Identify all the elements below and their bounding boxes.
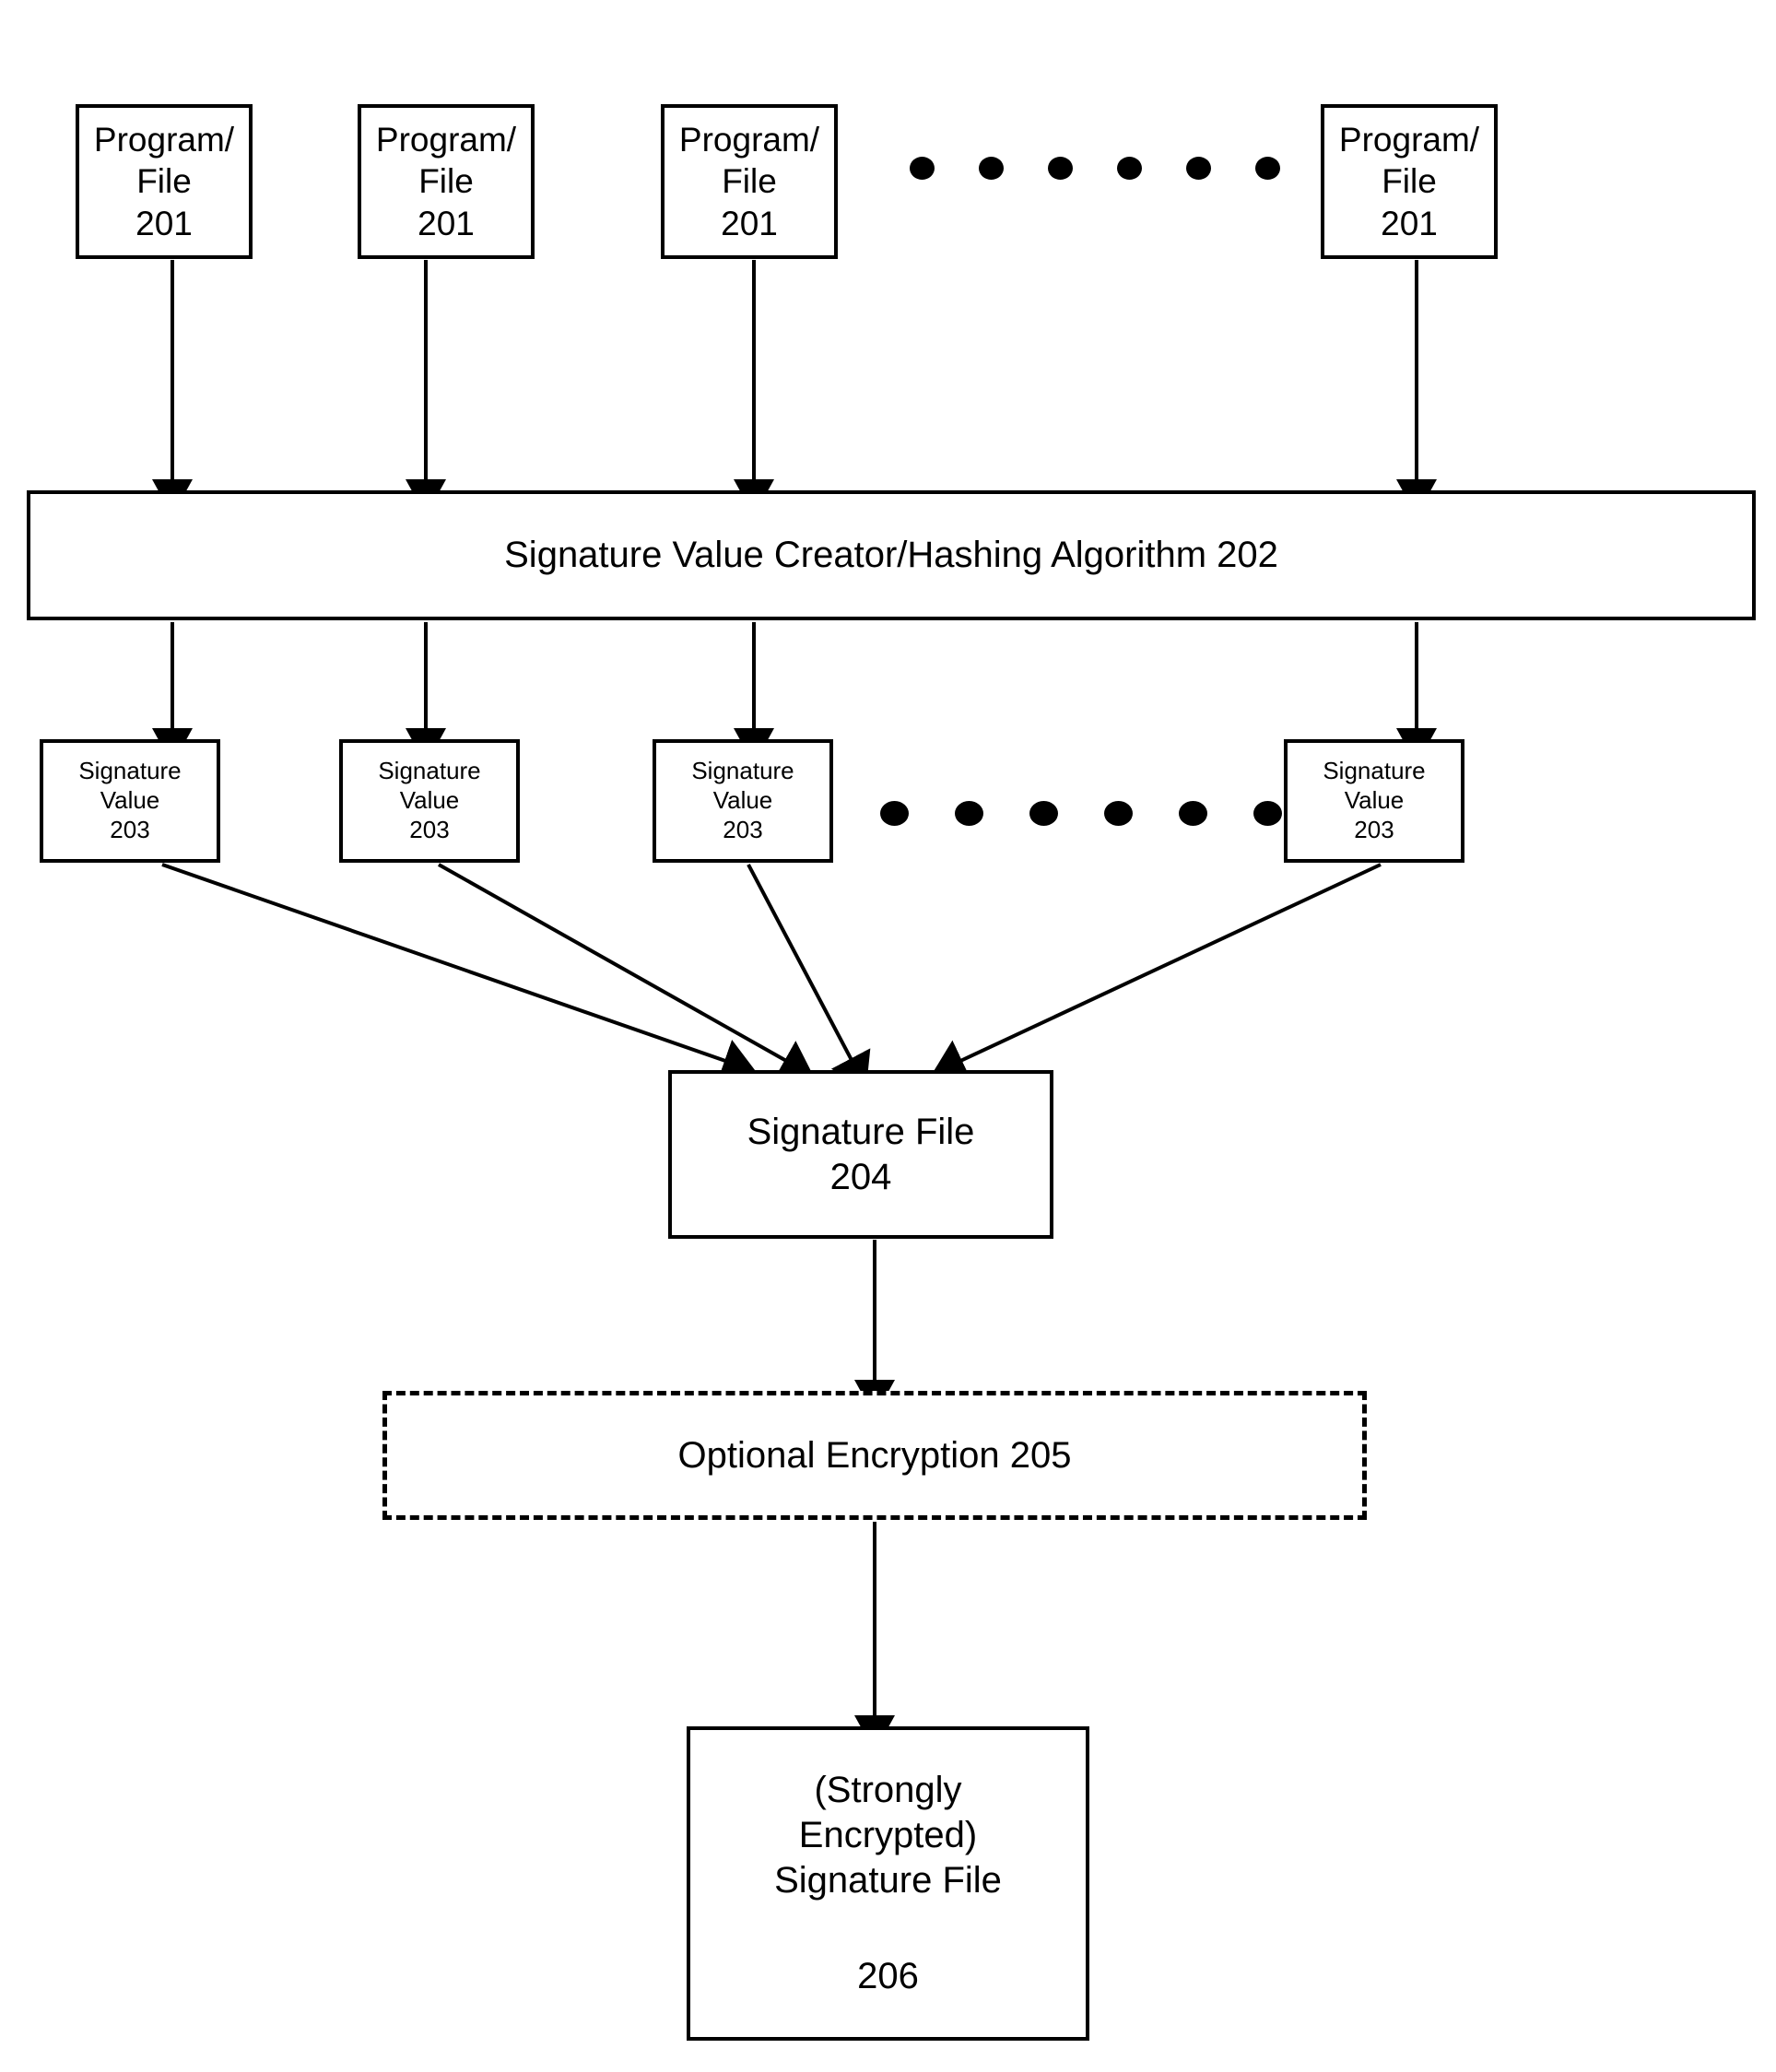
signature-value-line2: Value	[1344, 786, 1405, 815]
encrypted-file-line3: Signature File	[774, 1859, 1002, 1901]
program-file-box-3[interactable]: Program/ File 201	[661, 104, 838, 259]
hashing-algorithm-bar[interactable]: Signature Value Creator/Hashing Algorith…	[27, 490, 1756, 620]
signature-file-box[interactable]: Signature File 204	[668, 1070, 1053, 1239]
ellipsis-program-files	[910, 157, 1280, 180]
signature-value-ref: 203	[723, 815, 763, 843]
program-file-ref: 201	[418, 204, 475, 242]
signature-value-box-3[interactable]: Signature Value 203	[653, 739, 833, 863]
program-file-line1: Program/	[678, 121, 820, 159]
encrypted-file-line1: (Strongly	[814, 1769, 962, 1810]
signature-value-ref: 203	[110, 815, 150, 843]
arrow-signaturevalue-to-signaturefile	[161, 863, 1382, 1089]
figure-canvas: Program/ File 201 Program/ File 201 Prog…	[0, 0, 1776, 2072]
ellipsis-dot	[1029, 801, 1058, 826]
signature-value-box-2[interactable]: Signature Value 203	[339, 739, 520, 863]
program-file-box-2[interactable]: Program/ File 201	[358, 104, 535, 259]
ellipsis-dot	[955, 801, 983, 826]
encrypted-file-ref: 206	[857, 1956, 919, 1997]
signature-value-line2: Value	[712, 786, 773, 815]
optional-encryption-label: Optional Encryption 205	[677, 1434, 1072, 1476]
program-file-ref: 201	[1381, 204, 1438, 242]
signature-file-ref: 204	[829, 1156, 892, 1197]
arrow-hashing-to-signaturevalue	[152, 622, 1437, 765]
ellipsis-dot	[1255, 157, 1280, 180]
ellipsis-dot	[1179, 801, 1207, 826]
encrypted-signature-file-box[interactable]: (Strongly Encrypted) Signature File 206	[687, 1726, 1089, 2041]
signature-value-line1: Signature	[378, 757, 481, 785]
ellipsis-dot	[1117, 157, 1142, 180]
encrypted-file-line2: Encrypted)	[798, 1814, 978, 1855]
ellipsis-dot	[1186, 157, 1211, 180]
ellipsis-dot	[1104, 801, 1133, 826]
program-file-line1: Program/	[375, 121, 517, 159]
arrow-programfile-to-hashing	[152, 260, 1437, 516]
program-file-line2: File	[136, 162, 192, 201]
program-file-ref: 201	[721, 204, 778, 242]
program-file-ref: 201	[135, 204, 193, 242]
signature-file-label: Signature File	[747, 1111, 975, 1152]
program-file-line1: Program/	[1338, 121, 1480, 159]
signature-value-line2: Value	[100, 786, 160, 815]
hashing-algorithm-label: Signature Value Creator/Hashing Algorith…	[504, 535, 1278, 576]
ellipsis-dot	[910, 157, 935, 180]
signature-value-line1: Signature	[78, 757, 182, 785]
ellipsis-dot	[1253, 801, 1282, 826]
signature-value-ref: 203	[1354, 815, 1394, 843]
optional-encryption-box[interactable]: Optional Encryption 205	[382, 1391, 1367, 1520]
program-file-box-1[interactable]: Program/ File 201	[76, 104, 253, 259]
program-file-line2: File	[722, 162, 777, 201]
signature-value-line1: Signature	[1323, 757, 1426, 785]
ellipsis-dot	[880, 801, 909, 826]
signature-value-box-1[interactable]: Signature Value 203	[40, 739, 220, 863]
signature-value-line2: Value	[399, 786, 460, 815]
ellipsis-dot	[1048, 157, 1073, 180]
program-file-line2: File	[418, 162, 474, 201]
ellipsis-dot	[979, 157, 1004, 180]
program-file-line1: Program/	[93, 121, 235, 159]
signature-value-ref: 203	[409, 815, 450, 843]
signature-value-line1: Signature	[691, 757, 794, 785]
ellipsis-signature-values	[880, 801, 1328, 826]
program-file-box-4[interactable]: Program/ File 201	[1321, 104, 1498, 259]
program-file-line2: File	[1382, 162, 1437, 201]
